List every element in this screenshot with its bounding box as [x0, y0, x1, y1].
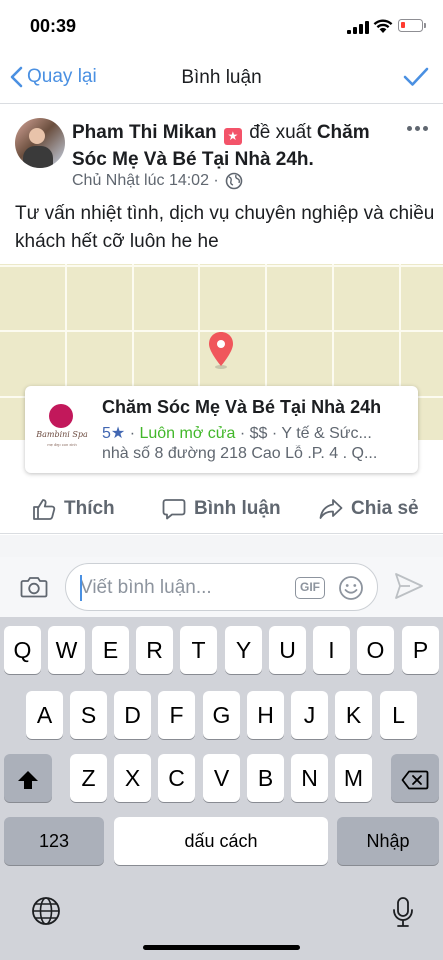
globe-icon [225, 172, 243, 190]
microphone-icon[interactable] [391, 896, 415, 928]
post-verb: đề xuất [249, 122, 312, 143]
comment-input-box[interactable]: GIF [65, 563, 378, 611]
space-key[interactable]: dấu cách [114, 817, 328, 865]
section-divider [0, 535, 443, 557]
shift-arrow-icon [18, 770, 38, 789]
comment-button[interactable]: Bình luận [162, 498, 281, 520]
post-header: Pham Thi Mikan ★ đề xuất Chăm Sóc Mẹ Và … [0, 104, 443, 194]
cellular-signal-icon [347, 21, 369, 34]
nav-bar: Quay lại Bình luận [0, 54, 443, 104]
key-z[interactable]: Z [70, 754, 107, 802]
key-r[interactable]: R [136, 626, 173, 674]
like-label: Thích [64, 498, 115, 519]
comment-composer: GIF [0, 557, 443, 617]
logo-mark-icon [49, 404, 73, 428]
place-name: Chăm Sóc Mẹ Và Bé Tại Nhà 24h [102, 397, 382, 417]
camera-icon[interactable] [20, 575, 48, 599]
avatar[interactable] [15, 118, 65, 168]
key-x[interactable]: X [114, 754, 151, 802]
backspace-icon [401, 770, 429, 790]
return-key[interactable]: Nhập [337, 817, 439, 865]
timestamp-text: Chủ Nhật lúc 14:02 · [72, 172, 219, 189]
key-u[interactable]: U [269, 626, 306, 674]
key-e[interactable]: E [92, 626, 129, 674]
author-name[interactable]: Pham Thi Mikan [72, 122, 217, 143]
key-w[interactable]: W [48, 626, 85, 674]
key-d[interactable]: D [114, 691, 151, 739]
keyboard: Q W E R T Y U I O P A S D F G H J K L Z … [0, 617, 443, 960]
key-n[interactable]: N [291, 754, 328, 802]
status-bar: 00:39 [0, 0, 443, 54]
share-arrow-icon [319, 499, 343, 519]
key-o[interactable]: O [357, 626, 394, 674]
page-title: Bình luận [181, 67, 262, 88]
key-j[interactable]: J [291, 691, 328, 739]
battery-level [401, 22, 405, 28]
place-logo: Bambini Spa mẹ đẹp con xinh [35, 402, 89, 456]
key-t[interactable]: T [180, 626, 217, 674]
place-card[interactable]: Bambini Spa mẹ đẹp con xinh Chăm Sóc Mẹ … [25, 386, 418, 473]
globe-keyboard-icon[interactable] [31, 896, 61, 926]
place-meta-rest: · $$ · Y tế & Sức... [239, 425, 372, 442]
post-timestamp: Chủ Nhật lúc 14:02 · [72, 172, 243, 190]
share-label: Chia sẻ [351, 498, 419, 519]
key-q[interactable]: Q [4, 626, 41, 674]
shift-key[interactable] [4, 754, 52, 802]
place-rating: 5★ [102, 425, 126, 442]
wifi-icon [373, 19, 393, 33]
key-a[interactable]: A [26, 691, 63, 739]
post-headline: Pham Thi Mikan ★ đề xuất Chăm Sóc Mẹ Và … [72, 119, 392, 173]
place-address: nhà số 8 đường 218 Cao Lỗ .P. 4 . Q... [102, 445, 378, 462]
check-icon[interactable] [403, 66, 429, 88]
post-text: Tư vấn nhiệt tình, dịch vụ chuyên nghiệp… [15, 203, 435, 252]
share-button[interactable]: Chia sẻ [319, 498, 419, 520]
key-v[interactable]: V [203, 754, 240, 802]
comment-bubble-icon [162, 499, 186, 520]
comment-label: Bình luận [194, 498, 281, 519]
key-i[interactable]: I [313, 626, 350, 674]
recommend-badge-icon: ★ [223, 128, 242, 145]
place-open-status: Luôn mở cửa [139, 425, 236, 442]
key-c[interactable]: C [158, 754, 195, 802]
key-m[interactable]: M [335, 754, 372, 802]
thumbs-up-icon [33, 499, 56, 520]
backspace-key[interactable] [391, 754, 439, 802]
battery-icon [398, 19, 426, 32]
key-h[interactable]: H [247, 691, 284, 739]
gif-button[interactable]: GIF [295, 577, 325, 599]
numbers-key[interactable]: 123 [4, 817, 104, 865]
post-actions: Thích Bình luận Chia sẻ [0, 486, 443, 534]
key-p[interactable]: P [402, 626, 439, 674]
send-icon[interactable] [394, 572, 424, 600]
key-l[interactable]: L [380, 691, 417, 739]
like-button[interactable]: Thích [32, 498, 115, 520]
logo-brand-text: Bambini Spa [36, 430, 88, 439]
place-meta: 5★ · Luôn mở cửa · $$ · Y tế & Sức... [102, 425, 372, 442]
key-s[interactable]: S [70, 691, 107, 739]
emoji-icon[interactable] [338, 575, 364, 601]
logo-sub-text: mẹ đẹp con xinh [47, 442, 77, 447]
text-caret [80, 575, 82, 601]
key-b[interactable]: B [247, 754, 284, 802]
key-y[interactable]: Y [225, 626, 262, 674]
map-pin-icon [209, 332, 233, 369]
key-f[interactable]: F [158, 691, 195, 739]
key-k[interactable]: K [335, 691, 372, 739]
status-time: 00:39 [30, 16, 77, 36]
key-g[interactable]: G [203, 691, 240, 739]
more-options-button[interactable] [407, 126, 428, 131]
comment-input[interactable] [80, 576, 290, 600]
home-indicator [143, 945, 300, 950]
